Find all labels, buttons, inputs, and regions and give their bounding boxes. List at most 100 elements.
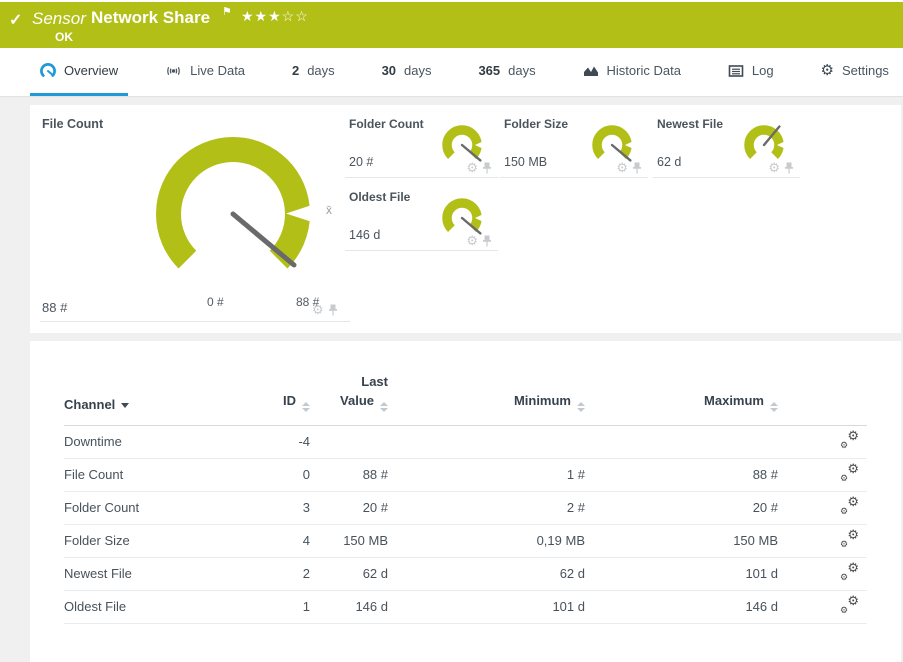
primary-gauge[interactable] bbox=[133, 129, 343, 299]
channel-maximum: 150 MB bbox=[585, 524, 778, 557]
gauge-title: Oldest File bbox=[349, 190, 410, 204]
channel-settings-icon[interactable]: ⚙⚙ bbox=[840, 564, 859, 581]
tab-overview[interactable]: Overview bbox=[30, 48, 128, 96]
channel-settings-icon[interactable]: ⚙⚙ bbox=[840, 465, 859, 482]
sensor-title: Network Share bbox=[91, 8, 210, 28]
tab-label: Overview bbox=[64, 63, 118, 78]
gauge-scale-min: 0 # bbox=[207, 295, 224, 309]
channel-id: 0 bbox=[244, 458, 310, 491]
column-label: Channel bbox=[64, 397, 115, 412]
column-label: Maximum bbox=[704, 393, 764, 408]
gear-icon[interactable]: ⚙ bbox=[466, 234, 478, 247]
table-row-oldest-file[interactable]: Oldest File 1 146 d 101 d 146 d ⚙⚙ bbox=[64, 590, 867, 623]
table-row-file-count[interactable]: File Count 0 88 # 1 # 88 # ⚙⚙ bbox=[64, 458, 867, 491]
gear-icon[interactable]: ⚙ bbox=[616, 161, 628, 174]
column-header-minimum[interactable]: Minimum bbox=[388, 341, 585, 425]
tab-30-days[interactable]: 30 days bbox=[372, 48, 442, 96]
pin-icon[interactable] bbox=[482, 162, 492, 174]
content-area: File Count 0 # 88 # x̄ 88 # ⚙ Folder Cou… bbox=[0, 97, 903, 662]
gauge-value: 150 MB bbox=[504, 155, 547, 169]
table-row-folder-size[interactable]: Folder Size 4 150 MB 0,19 MB 150 MB ⚙⚙ bbox=[64, 524, 867, 557]
pin-icon[interactable] bbox=[482, 235, 492, 247]
gauge-cell-folder-count[interactable]: Folder Count 20 # ⚙ bbox=[345, 105, 498, 178]
gear-icon: ⚙ bbox=[821, 63, 834, 78]
channels-panel: Channel ID Last Value Minimum bbox=[30, 341, 901, 662]
column-header-id[interactable]: ID bbox=[244, 341, 310, 425]
gear-icon: ⚙ bbox=[847, 495, 859, 508]
tab-settings[interactable]: ⚙ Settings bbox=[811, 48, 899, 96]
gear-icon: ⚙ bbox=[840, 606, 848, 615]
channel-name[interactable]: Oldest File bbox=[64, 590, 244, 623]
channel-last-value bbox=[310, 425, 388, 458]
gauge-title: Newest File bbox=[657, 117, 723, 131]
pin-icon[interactable] bbox=[784, 162, 794, 174]
gear-icon: ⚙ bbox=[847, 594, 859, 607]
priority-stars[interactable]: ★★★☆☆ bbox=[241, 8, 309, 25]
tab-label: days bbox=[508, 63, 535, 78]
tab-number: 30 bbox=[382, 63, 396, 78]
channel-maximum bbox=[585, 425, 778, 458]
table-row-folder-count[interactable]: Folder Count 3 20 # 2 # 20 # ⚙⚙ bbox=[64, 491, 867, 524]
status-check-icon: ✓ bbox=[9, 10, 22, 30]
gear-icon[interactable]: ⚙ bbox=[466, 161, 478, 174]
channel-settings-icon[interactable]: ⚙⚙ bbox=[840, 597, 859, 614]
tab-2-days[interactable]: 2 days bbox=[282, 48, 345, 96]
channel-name[interactable]: Downtime bbox=[64, 425, 244, 458]
gauge-cell-folder-size[interactable]: Folder Size 150 MB ⚙ bbox=[500, 105, 648, 178]
flag-icon[interactable]: ⚑ bbox=[222, 5, 232, 18]
table-row-newest-file[interactable]: Newest File 2 62 d 62 d 101 d ⚙⚙ bbox=[64, 557, 867, 590]
area-chart-icon bbox=[583, 63, 599, 79]
channel-last-value: 146 d bbox=[310, 590, 388, 623]
channel-minimum: 2 # bbox=[388, 491, 585, 524]
gear-icon: ⚙ bbox=[847, 528, 859, 541]
channel-maximum: 101 d bbox=[585, 557, 778, 590]
channel-maximum: 20 # bbox=[585, 491, 778, 524]
channel-last-value: 20 # bbox=[310, 491, 388, 524]
tab-365-days[interactable]: 365 days bbox=[468, 48, 545, 96]
channel-table: Channel ID Last Value Minimum bbox=[64, 341, 867, 624]
pin-icon[interactable] bbox=[632, 162, 642, 174]
channel-name[interactable]: Folder Count bbox=[64, 491, 244, 524]
column-header-maximum[interactable]: Maximum bbox=[585, 341, 778, 425]
column-header-channel[interactable]: Channel bbox=[64, 341, 244, 425]
channel-settings-icon[interactable]: ⚙⚙ bbox=[840, 531, 859, 548]
tab-number: 365 bbox=[478, 63, 500, 78]
stars-empty[interactable]: ☆☆ bbox=[282, 8, 309, 24]
channel-id: 4 bbox=[244, 524, 310, 557]
channel-name[interactable]: File Count bbox=[64, 458, 244, 491]
channel-name[interactable]: Newest File bbox=[64, 557, 244, 590]
tab-number: 2 bbox=[292, 63, 299, 78]
gauge-cell-oldest-file[interactable]: Oldest File 146 d ⚙ bbox=[345, 178, 498, 251]
channel-last-value: 88 # bbox=[310, 458, 388, 491]
gear-icon: ⚙ bbox=[840, 573, 848, 582]
sort-caret-icon bbox=[121, 403, 129, 408]
column-header-last-value[interactable]: Last Value bbox=[310, 341, 388, 425]
gauge-title: Folder Size bbox=[504, 117, 568, 131]
gear-icon: ⚙ bbox=[840, 507, 848, 516]
gear-icon: ⚙ bbox=[847, 561, 859, 574]
tab-label: days bbox=[404, 63, 431, 78]
table-row-downtime[interactable]: Downtime -4 ⚙⚙ bbox=[64, 425, 867, 458]
tab-log[interactable]: Log bbox=[718, 48, 784, 96]
cell-divider bbox=[40, 321, 350, 322]
tab-label: days bbox=[307, 63, 334, 78]
channel-settings-icon[interactable]: ⚙⚙ bbox=[840, 432, 859, 449]
sort-arrows-icon bbox=[770, 402, 778, 412]
channel-settings-icon[interactable]: ⚙⚙ bbox=[840, 498, 859, 515]
stars-filled[interactable]: ★★★ bbox=[241, 8, 282, 24]
gear-icon[interactable]: ⚙ bbox=[312, 303, 324, 316]
tab-label: Log bbox=[752, 63, 774, 78]
channel-id: -4 bbox=[244, 425, 310, 458]
channel-minimum bbox=[388, 425, 585, 458]
tab-label: Historic Data bbox=[607, 63, 681, 78]
tab-live-data[interactable]: Live Data bbox=[155, 48, 255, 96]
gear-icon: ⚙ bbox=[847, 462, 859, 475]
gear-icon[interactable]: ⚙ bbox=[768, 161, 780, 174]
channel-last-value: 62 d bbox=[310, 557, 388, 590]
pin-icon[interactable] bbox=[328, 304, 338, 316]
channel-name[interactable]: Folder Size bbox=[64, 524, 244, 557]
gauge-cell-newest-file[interactable]: Newest File 62 d ⚙ bbox=[653, 105, 800, 178]
column-label: Last bbox=[361, 373, 388, 392]
column-label: Value bbox=[340, 393, 374, 408]
tab-historic-data[interactable]: Historic Data bbox=[573, 48, 691, 96]
